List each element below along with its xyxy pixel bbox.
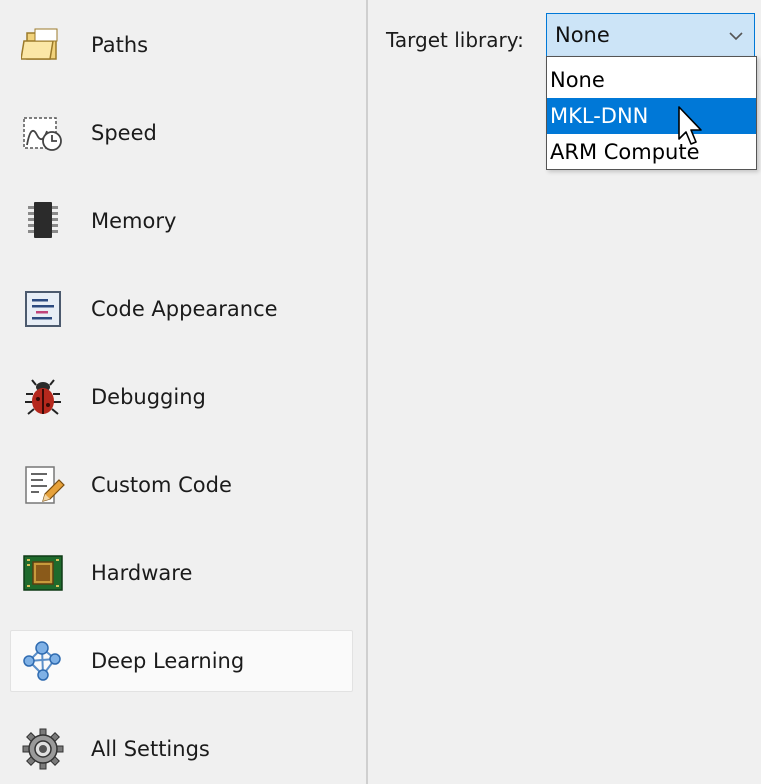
target-library-dropdown[interactable]: None	[546, 13, 755, 57]
mouse-pointer-icon	[678, 106, 702, 145]
sidebar-item-label: Custom Code	[91, 473, 232, 497]
memory-chip-icon	[19, 197, 67, 245]
speed-clock-icon	[19, 109, 67, 157]
sidebar-item-label: Memory	[91, 209, 177, 233]
sidebar-item-speed[interactable]: Speed	[10, 102, 353, 164]
sidebar-item-hardware[interactable]: Hardware	[10, 542, 353, 604]
folder-icon	[19, 21, 67, 69]
sidebar-item-custom-code[interactable]: Custom Code	[10, 454, 353, 516]
sidebar-item-label: Deep Learning	[91, 649, 245, 673]
option-arm-compute[interactable]: ARM Compute	[547, 134, 756, 170]
sidebar-item-label: Speed	[91, 121, 157, 145]
code-appearance-icon	[19, 285, 67, 333]
sidebar-item-debugging[interactable]: Debugging	[10, 366, 353, 428]
chevron-down-icon	[728, 28, 744, 42]
gear-icon	[19, 725, 67, 773]
custom-code-icon	[19, 461, 67, 509]
option-none[interactable]: None	[547, 62, 756, 98]
sidebar-item-all-settings[interactable]: All Settings	[10, 718, 353, 780]
sidebar-item-paths[interactable]: Paths	[10, 14, 353, 76]
sidebar-item-label: Code Appearance	[91, 297, 278, 321]
target-library-options-list: None MKL-DNN ARM Compute	[546, 56, 757, 170]
target-library-selected-value: None	[555, 23, 610, 47]
sidebar-item-deep-learning[interactable]: Deep Learning	[10, 630, 353, 692]
sidebar-item-code-appearance[interactable]: Code Appearance	[10, 278, 353, 340]
hardware-board-icon	[19, 549, 67, 597]
sidebar-item-memory[interactable]: Memory	[10, 190, 353, 252]
sidebar-item-label: All Settings	[91, 737, 210, 761]
settings-category-sidebar: Paths Speed Memory Code Appearance Debug…	[0, 0, 366, 784]
target-library-label: Target library:	[386, 28, 524, 52]
option-mkl-dnn[interactable]: MKL-DNN	[547, 98, 756, 134]
sidebar-item-label: Hardware	[91, 561, 193, 585]
sidebar-item-label: Paths	[91, 33, 149, 57]
deep-learning-network-icon	[19, 637, 67, 685]
bug-icon	[19, 373, 67, 421]
sidebar-item-label: Debugging	[91, 385, 206, 409]
